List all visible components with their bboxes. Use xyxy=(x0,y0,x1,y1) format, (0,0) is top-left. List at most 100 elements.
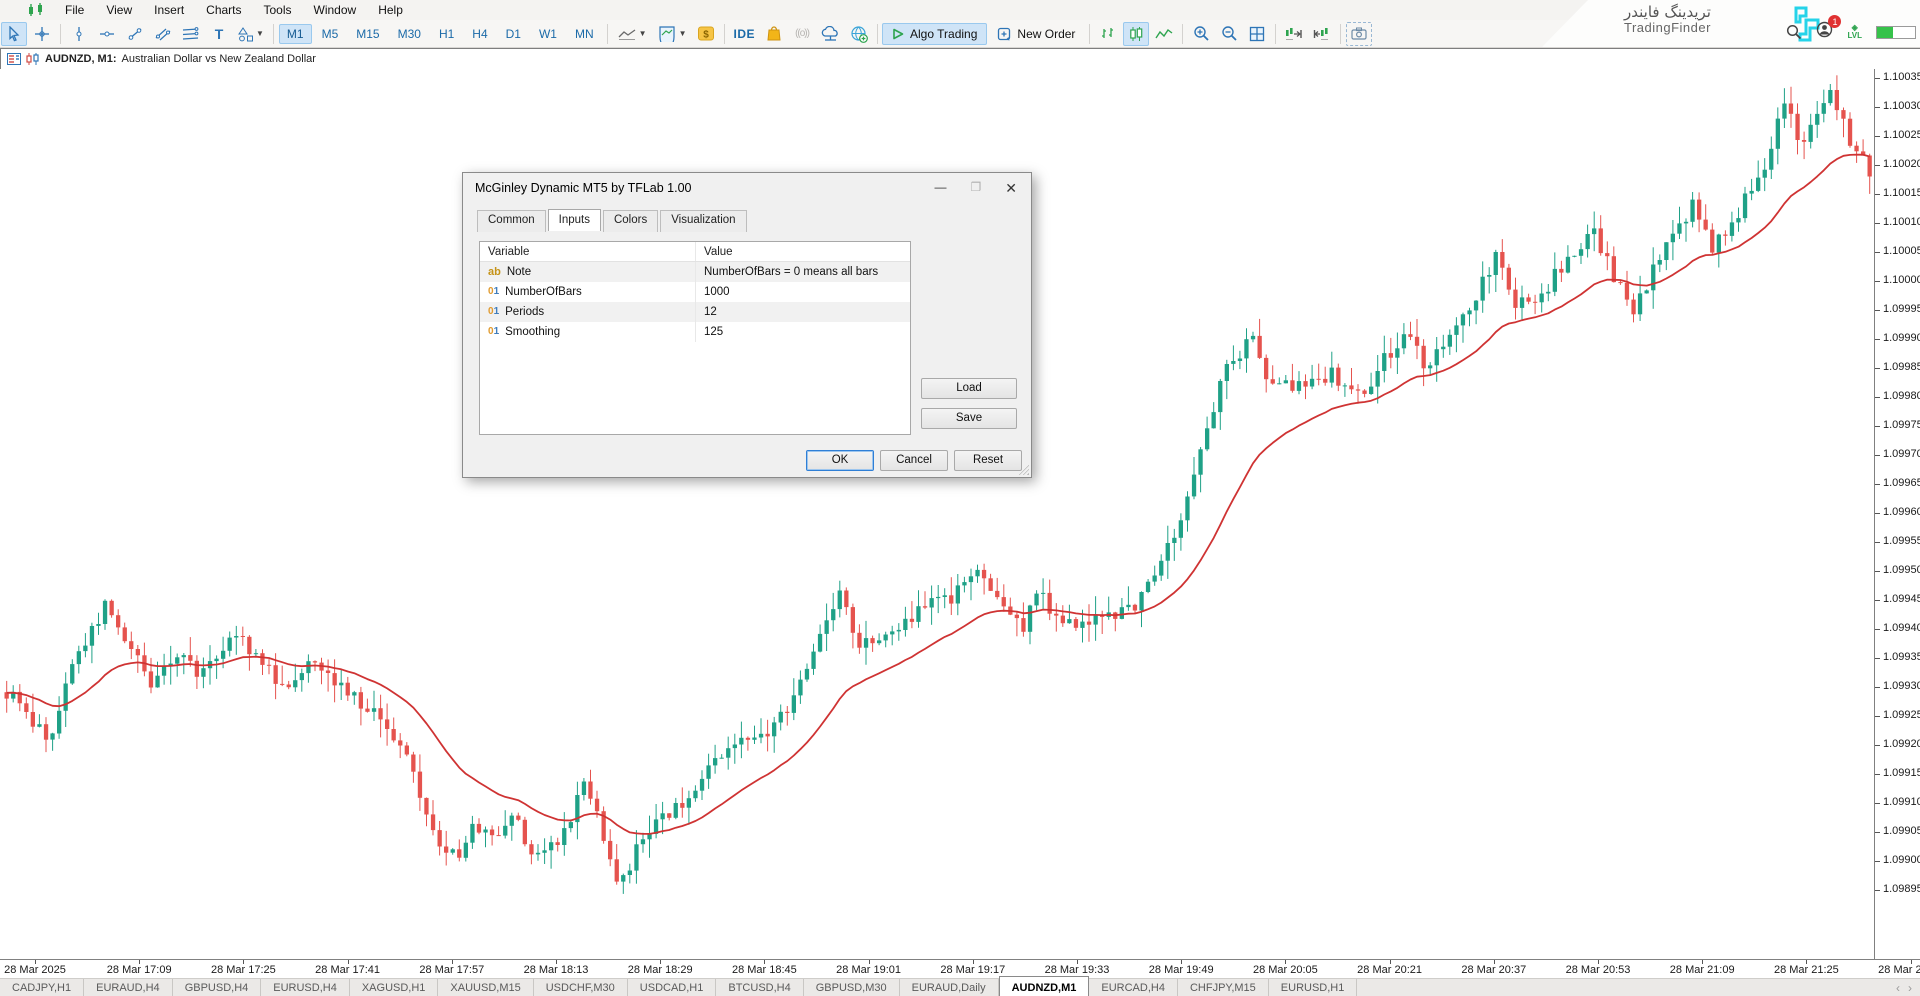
load-button[interactable]: Load xyxy=(921,378,1017,399)
bar-chart-mode-button[interactable] xyxy=(1095,22,1121,46)
titlebar-icon-row: 1 ◈LVL xyxy=(1786,21,1916,43)
menu-item-tools[interactable]: Tools xyxy=(253,1,303,19)
vertical-line-tool-button[interactable] xyxy=(66,22,92,46)
equidistant-lines-tool-button[interactable] xyxy=(178,22,204,46)
lvl-indicator[interactable]: ◈LVL xyxy=(1847,24,1862,40)
price-tick xyxy=(1875,368,1880,369)
value-column-header[interactable]: Value xyxy=(696,242,910,261)
candlestick-mode-button[interactable] xyxy=(1123,22,1149,46)
chart-tab-eurusd-h4[interactable]: EURUSD,H4 xyxy=(261,979,350,996)
chart-tab-gbpusd-m30[interactable]: GBPUSD,M30 xyxy=(804,979,900,996)
search-icon[interactable] xyxy=(1786,24,1802,40)
timeframe-button-m15[interactable]: M15 xyxy=(348,24,387,44)
variable-value[interactable]: 1000 xyxy=(696,282,910,302)
currency-pairs-button[interactable]: $ xyxy=(693,22,719,46)
timeframe-button-h4[interactable]: H4 xyxy=(464,24,495,44)
chart-tab-chfjpy-m15[interactable]: CHFJPY,M15 xyxy=(1178,979,1269,996)
profile-button[interactable]: 1 xyxy=(1816,21,1833,43)
screenshot-button[interactable] xyxy=(1346,22,1372,46)
menu-item-window[interactable]: Window xyxy=(303,1,368,19)
horizontal-line-tool-button[interactable] xyxy=(94,22,120,46)
objects-button[interactable]: ▼ xyxy=(653,22,691,46)
zoom-out-button[interactable] xyxy=(1216,22,1242,46)
price-axis-label: 1.10015 xyxy=(1883,187,1920,199)
objects-dropdown-caret: ▼ xyxy=(679,29,687,38)
dialog-minimize-button[interactable]: — xyxy=(935,180,947,197)
reset-button[interactable]: Reset xyxy=(954,450,1022,471)
variable-column-header[interactable]: Variable xyxy=(480,242,696,261)
chart-tab-audnzd-m1[interactable]: AUDNZD,M1 xyxy=(999,976,1090,996)
chart-tab-eurusd-h1[interactable]: EURUSD,H1 xyxy=(1269,979,1358,996)
input-row-smoothing[interactable]: 01Smoothing125 xyxy=(480,322,910,342)
timeframe-button-m1[interactable]: M1 xyxy=(279,24,312,44)
chart-tab-euraud-h4[interactable]: EURAUD,H4 xyxy=(84,979,173,996)
cloud-button[interactable] xyxy=(817,22,844,46)
menu-item-file[interactable]: File xyxy=(54,1,95,19)
save-button[interactable]: Save xyxy=(921,408,1017,429)
price-axis-label: 1.09940 xyxy=(1883,622,1920,634)
trendline-tool-button[interactable] xyxy=(122,22,148,46)
auto-shift-button[interactable] xyxy=(1309,22,1335,46)
text-tool-button[interactable]: T xyxy=(206,22,232,46)
tabs-scroll-left[interactable]: ‹ xyxy=(1896,981,1900,995)
menu-item-view[interactable]: View xyxy=(95,1,143,19)
timeframe-button-mn[interactable]: MN xyxy=(567,24,602,44)
timeframe-button-m5[interactable]: M5 xyxy=(314,24,347,44)
timeframe-button-d1[interactable]: D1 xyxy=(498,24,529,44)
dialog-close-button[interactable]: ✕ xyxy=(1005,180,1017,197)
signals-button[interactable]: ((o)) xyxy=(789,22,815,46)
chart-tab-btcusd-h4[interactable]: BTCUSD,H4 xyxy=(716,979,803,996)
time-axis-label: 28 Mar 18:29 xyxy=(628,964,693,976)
dialog-resize-grip[interactable] xyxy=(1019,465,1029,475)
variable-value[interactable]: 125 xyxy=(696,322,910,342)
chart-tab-cadjpy-h1[interactable]: CADJPY,H1 xyxy=(0,979,84,996)
menu-item-charts[interactable]: Charts xyxy=(195,1,252,19)
timeframe-button-w1[interactable]: W1 xyxy=(531,24,565,44)
shapes-tool-button[interactable]: ▼ xyxy=(234,22,268,46)
chart-tab-usdchf-m30[interactable]: USDCHF,M30 xyxy=(534,979,628,996)
dialog-title-bar[interactable]: McGinley Dynamic MT5 by TFLab 1.00 — ❐ ✕ xyxy=(463,173,1031,203)
shift-end-button[interactable] xyxy=(1281,22,1307,46)
indicators-button[interactable]: ▼ xyxy=(613,22,651,46)
time-axis[interactable]: 28 Mar 202528 Mar 17:0928 Mar 17:2528 Ma… xyxy=(0,959,1920,978)
chart-tab-xagusd-h1[interactable]: XAGUSD,H1 xyxy=(350,979,439,996)
variable-value[interactable]: NumberOfBars = 0 means all bars xyxy=(696,262,910,282)
chart-tab-usdcad-h1[interactable]: USDCAD,H1 xyxy=(628,979,717,996)
brand-block: تریدینگ فایندر TradingFinder xyxy=(1624,4,1711,35)
input-row-numberofbars[interactable]: 01NumberOfBars1000 xyxy=(480,282,910,302)
crosshair-tool-button[interactable] xyxy=(29,22,55,46)
timeframe-button-m30[interactable]: M30 xyxy=(390,24,429,44)
depth-of-market-icon[interactable] xyxy=(7,53,21,65)
new-order-button[interactable]: New Order xyxy=(987,23,1085,45)
time-axis-label: 28 Mar 17:09 xyxy=(107,964,172,976)
chart-symbol-icon[interactable] xyxy=(26,53,40,65)
dialog-tab-common[interactable]: Common xyxy=(477,210,546,232)
variable-value[interactable]: 12 xyxy=(696,302,910,322)
dialog-tab-inputs[interactable]: Inputs xyxy=(548,209,601,231)
menu-item-insert[interactable]: Insert xyxy=(143,1,195,19)
market-button[interactable] xyxy=(761,22,787,46)
dialog-restore-button[interactable]: ❐ xyxy=(971,180,982,197)
input-row-periods[interactable]: 01Periods12 xyxy=(480,302,910,322)
cursor-tool-button[interactable] xyxy=(1,22,27,46)
dialog-tab-visualization[interactable]: Visualization xyxy=(660,210,746,232)
timeframe-button-h1[interactable]: H1 xyxy=(431,24,462,44)
tile-windows-button[interactable] xyxy=(1244,22,1270,46)
price-axis[interactable]: 1.100351.100301.100251.100201.100151.100… xyxy=(1874,69,1920,959)
tabs-scroll-right[interactable]: › xyxy=(1908,981,1912,995)
algo-trading-button[interactable]: Algo Trading xyxy=(882,23,987,45)
chart-tab-euraud-daily[interactable]: EURAUD,Daily xyxy=(900,979,999,996)
dialog-tab-colors[interactable]: Colors xyxy=(603,210,658,232)
line-chart-mode-button[interactable] xyxy=(1151,22,1177,46)
channel-tool-button[interactable] xyxy=(150,22,176,46)
zoom-in-button[interactable] xyxy=(1188,22,1214,46)
community-button[interactable] xyxy=(846,22,872,46)
menu-item-help[interactable]: Help xyxy=(367,1,414,19)
chart-tab-eurcad-h4[interactable]: EURCAD,H4 xyxy=(1089,979,1178,996)
chart-tab-xauusd-m15[interactable]: XAUUSD,M15 xyxy=(438,979,533,996)
ok-button[interactable]: OK xyxy=(806,450,874,471)
chart-tab-gbpusd-h4[interactable]: GBPUSD,H4 xyxy=(173,979,262,996)
cancel-button[interactable]: Cancel xyxy=(880,450,948,471)
ide-button[interactable]: IDE xyxy=(730,22,760,46)
input-row-note[interactable]: abNoteNumberOfBars = 0 means all bars xyxy=(480,262,910,282)
